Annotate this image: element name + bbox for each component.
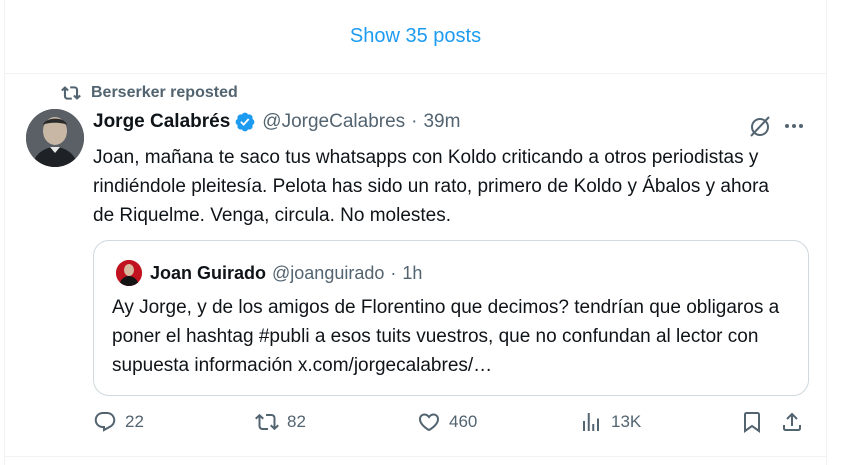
bookmark-button[interactable] bbox=[740, 410, 772, 434]
repost-label: Berserker reposted bbox=[91, 84, 238, 101]
quoted-post-header: Joan Guirado @joanguirado · 1h bbox=[116, 260, 422, 286]
views-button[interactable]: 13K bbox=[579, 410, 641, 434]
show-posts-label: Show 35 posts bbox=[349, 25, 482, 47]
quoted-post-time: 1h bbox=[402, 262, 423, 283]
like-button[interactable]: 460 bbox=[417, 410, 477, 434]
quoted-author-avatar bbox=[116, 260, 142, 286]
quoted-post-text: Ay Jorge, y de los amigos de Florentino … bbox=[112, 297, 780, 376]
more-icon bbox=[785, 124, 803, 128]
more-options-button[interactable] bbox=[780, 112, 808, 140]
views-icon bbox=[583, 413, 599, 431]
quoted-post[interactable]: Joan Guirado @joanguirado · 1h Ay Jorge,… bbox=[93, 240, 809, 396]
post-time[interactable]: 39m bbox=[423, 111, 460, 133]
repost-indicator[interactable]: Berserker reposted bbox=[61, 83, 238, 103]
heart-icon bbox=[418, 413, 440, 432]
share-icon bbox=[783, 412, 801, 431]
views-count: 13K bbox=[611, 412, 642, 431]
quoted-author-name: Joan Guirado bbox=[150, 262, 267, 283]
verified-badge-icon bbox=[235, 112, 255, 132]
repost-action-icon bbox=[255, 413, 279, 431]
repost-count: 82 bbox=[287, 412, 306, 431]
reply-button[interactable]: 22 bbox=[93, 410, 144, 434]
quoted-avatar-image bbox=[116, 260, 142, 286]
separator-dot: · bbox=[411, 111, 418, 132]
author-avatar[interactable] bbox=[26, 109, 84, 167]
repost-icon bbox=[61, 86, 81, 100]
author-name[interactable]: Jorge Calabrés bbox=[93, 111, 230, 133]
share-button[interactable] bbox=[780, 410, 812, 434]
timeline-column: Show 35 posts Berserker reposted Jorge C… bbox=[4, 0, 827, 465]
show-new-posts-button[interactable]: Show 35 posts bbox=[5, 0, 826, 74]
grok-button[interactable] bbox=[746, 112, 774, 140]
bookmark-icon bbox=[744, 412, 760, 433]
quoted-author-handle: @joanguirado bbox=[272, 262, 385, 283]
author-handle[interactable]: @JorgeCalabres bbox=[262, 111, 405, 133]
like-count: 460 bbox=[449, 412, 478, 431]
reply-count: 22 bbox=[125, 412, 144, 431]
post-divider bbox=[5, 456, 826, 457]
quoted-separator-dot: · bbox=[390, 262, 397, 283]
post-actions: 22 82 460 13K bbox=[5, 410, 826, 442]
post-header: Jorge Calabrés @JorgeCalabres · 39m bbox=[93, 111, 460, 133]
reply-icon bbox=[94, 412, 116, 432]
author-avatar-image bbox=[26, 109, 84, 167]
repost-button[interactable]: 82 bbox=[255, 410, 306, 434]
post-text: Joan, mañana te saco tus whatsapps con K… bbox=[93, 147, 769, 226]
grok-icon bbox=[750, 116, 770, 137]
